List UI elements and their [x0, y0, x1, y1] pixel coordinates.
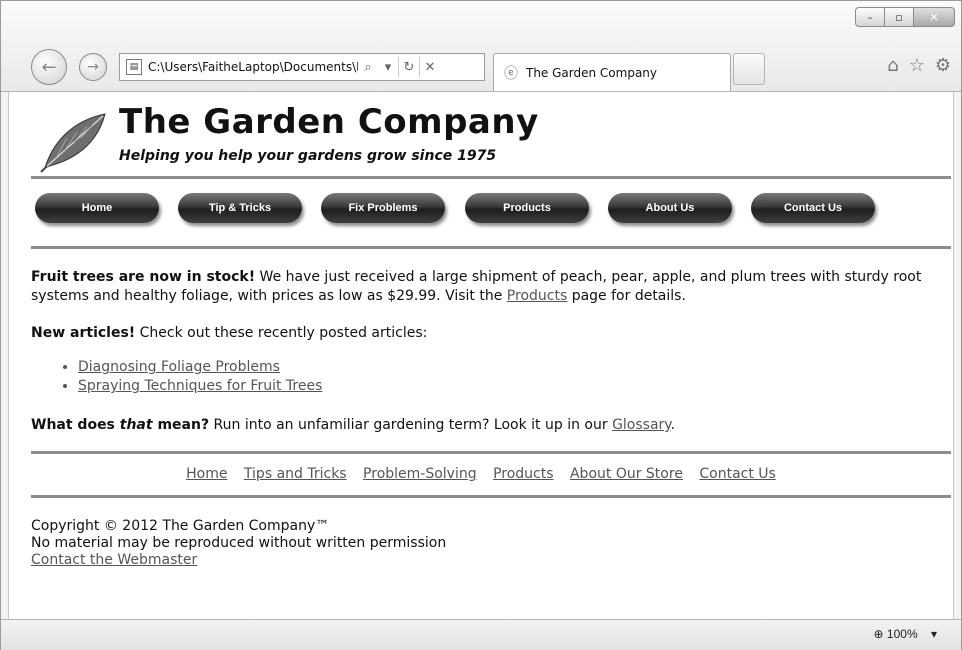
site-tagline: Helping you help your gardens grow since… [119, 148, 497, 164]
copyright-block: Copyright © 2012 The Garden Company™ No … [31, 518, 446, 569]
list-item: Diagnosing Foliage Problems [78, 358, 322, 377]
copyright-text: Copyright © 2012 The Garden Company™ [31, 518, 330, 534]
footer-about-link[interactable]: About Our Store [570, 466, 683, 482]
nav-fix-problems-button[interactable]: Fix Problems [321, 193, 445, 223]
article-link[interactable]: Diagnosing Foliage Problems [78, 359, 280, 375]
status-bar: ⊕ 100% ▾ [1, 619, 961, 650]
glossary-heading: What does that mean? [31, 417, 210, 433]
announcement-text-end: page for details. [567, 288, 686, 304]
reproduction-notice: No material may be reproduced without wr… [31, 535, 447, 551]
announcement-paragraph: Fruit trees are now in stock! We have ju… [31, 268, 946, 306]
list-item: Spraying Techniques for Fruit Trees [78, 377, 322, 396]
divider [31, 176, 951, 179]
favorites-star-icon[interactable]: ☆ [909, 55, 925, 76]
zoom-control[interactable]: ⊕ 100% ▾ [874, 627, 937, 641]
new-articles-text: Check out these recently posted articles… [135, 325, 428, 341]
glossary-text: Run into an unfamiliar gardening term? L… [209, 417, 613, 433]
home-icon[interactable]: ⌂ [887, 55, 898, 76]
tab-active[interactable]: ⓔ The Garden Company [493, 53, 731, 91]
dropdown-arrow-icon[interactable]: ▾ [378, 60, 398, 75]
chevron-down-icon[interactable]: ▾ [931, 627, 937, 641]
articles-list: Diagnosing Foliage Problems Spraying Tec… [31, 358, 322, 396]
forward-button[interactable]: → [79, 53, 107, 81]
page-content: The Garden Company Helping you help your… [1, 92, 961, 617]
nav-contact-button[interactable]: Contact Us [751, 193, 875, 223]
zoom-level: 100% [886, 627, 918, 641]
window-controls: – ▫ ✕ [855, 7, 955, 27]
back-arrow-icon: ← [41, 56, 57, 78]
divider [31, 495, 951, 498]
browser-window: – ▫ ✕ ← → ▤ C:\Users\FaitheLaptop\Docume… [0, 0, 962, 650]
nav-about-button[interactable]: About Us [608, 193, 732, 223]
nav-products-button[interactable]: Products [465, 193, 589, 223]
browser-tools: ⌂ ☆ ⚙ [887, 55, 951, 76]
gear-icon[interactable]: ⚙ [935, 55, 951, 76]
divider [31, 246, 951, 249]
nav-tips-button[interactable]: Tip & Tricks [178, 193, 302, 223]
close-window-button[interactable]: ✕ [913, 7, 955, 27]
leaf-logo-icon [40, 113, 106, 173]
new-articles-heading: New articles! [31, 325, 136, 341]
browser-chrome: – ▫ ✕ ← → ▤ C:\Users\FaitheLaptop\Docume… [1, 1, 961, 92]
footer-nav: Home Tips and Tricks Problem-Solving Pro… [1, 466, 961, 482]
back-button[interactable]: ← [31, 49, 67, 85]
site-title: The Garden Company [119, 102, 539, 142]
refresh-icon[interactable]: ↻ [399, 60, 419, 75]
glossary-link[interactable]: Glossary [612, 417, 671, 433]
footer-contact-link[interactable]: Contact Us [699, 466, 775, 482]
ie-page-icon: ⓔ [504, 65, 518, 82]
search-icon[interactable]: ⌕ [358, 60, 378, 75]
footer-home-link[interactable]: Home [186, 466, 227, 482]
new-tab-button[interactable] [733, 53, 765, 85]
stop-icon[interactable]: ✕ [420, 60, 440, 75]
forward-arrow-icon: → [87, 59, 99, 75]
page-icon: ▤ [126, 59, 142, 75]
glossary-paragraph: What does that mean? Run into an unfamil… [31, 417, 676, 433]
address-url[interactable]: C:\Users\FaitheLaptop\Documents\N [148, 60, 358, 74]
announcement-heading: Fruit trees are now in stock! [31, 269, 256, 285]
nav-home-button[interactable]: Home [35, 193, 159, 223]
tab-title: The Garden Company [526, 65, 658, 80]
products-link[interactable]: Products [507, 288, 567, 304]
new-articles-paragraph: New articles! Check out these recently p… [31, 324, 946, 343]
footer-products-link[interactable]: Products [493, 466, 553, 482]
maximize-button[interactable]: ▫ [884, 7, 914, 27]
minimize-button[interactable]: – [855, 7, 885, 27]
footer-problem-solving-link[interactable]: Problem-Solving [363, 466, 477, 482]
article-link[interactable]: Spraying Techniques for Fruit Trees [78, 378, 322, 394]
zoom-icon: ⊕ [873, 627, 884, 641]
address-bar[interactable]: ▤ C:\Users\FaitheLaptop\Documents\N ⌕ ▾ … [119, 53, 485, 81]
divider [31, 451, 951, 454]
footer-tips-link[interactable]: Tips and Tricks [244, 466, 347, 482]
webmaster-link[interactable]: Contact the Webmaster [31, 552, 197, 568]
